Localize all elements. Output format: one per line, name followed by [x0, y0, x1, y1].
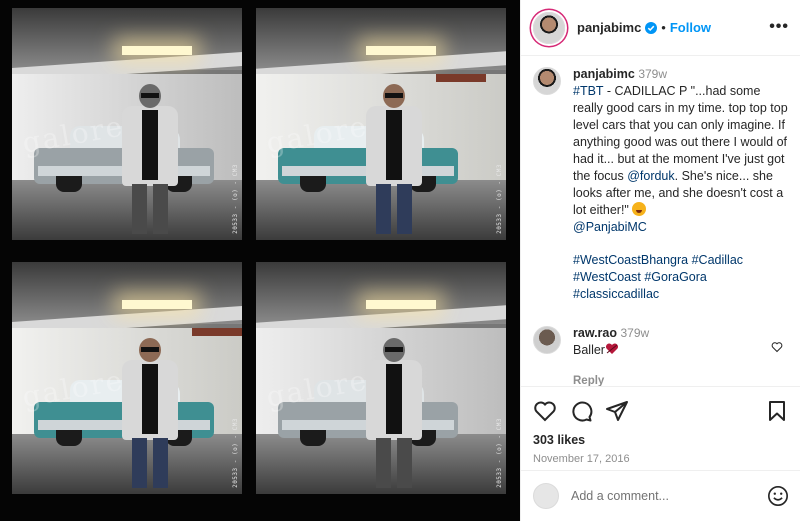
post-header: panjabimc • Follow ••• — [521, 0, 800, 56]
comments-section: panjabimc 379w #TBT - CADILLAC P "...had… — [521, 56, 800, 386]
author-username[interactable]: panjabimc — [577, 20, 641, 35]
caption-age: 379w — [638, 67, 667, 81]
post-image[interactable]: galore 20533 - (o) - CM3 galore 20533 - … — [0, 0, 520, 521]
verified-badge-icon — [645, 21, 658, 34]
share-icon[interactable] — [605, 399, 629, 423]
caption-avatar[interactable] — [533, 67, 561, 95]
film-frame: galore 20533 - (o) - CM3 — [12, 262, 242, 494]
hashtag-link[interactable]: #GoraGora — [644, 270, 707, 284]
film-mark: 20533 - (o) - CM3 — [232, 164, 239, 234]
caption: panjabimc 379w #TBT - CADILLAC P "...had… — [533, 66, 789, 303]
commenter-username[interactable]: raw.rao — [573, 326, 617, 340]
comment-age: 379w — [620, 326, 650, 340]
comment-item: raw.rao 379w Baller Reply — [533, 325, 789, 386]
film-mark: 20533 - (o) - CM3 — [496, 164, 503, 234]
action-icons — [533, 395, 789, 427]
hashtag-link[interactable]: #TBT — [573, 84, 603, 98]
comment-icon[interactable] — [569, 399, 593, 423]
film-frame: galore 20533 - (o) - CM3 — [256, 262, 506, 494]
post-actions: 303 likes November 17, 2016 — [521, 386, 800, 465]
hashtag-link[interactable]: #WestCoast — [573, 270, 641, 284]
film-mark: 20533 - (o) - CM3 — [496, 418, 503, 488]
film-frame: galore 20533 - (o) - CM3 — [256, 8, 506, 240]
separator-dot: • — [661, 20, 666, 35]
contact-sheet: galore 20533 - (o) - CM3 galore 20533 - … — [0, 0, 520, 521]
like-comment-icon[interactable] — [771, 341, 783, 353]
grin-emoji-icon — [632, 202, 647, 216]
post-side-panel: panjabimc • Follow ••• panjabimc 379w #T… — [520, 0, 800, 521]
more-options-icon[interactable]: ••• — [769, 18, 789, 36]
comment-body: Baller — [573, 343, 605, 357]
mention-link[interactable]: @PanjabiMC — [573, 220, 647, 234]
film-frame: galore 20533 - (o) - CM3 — [12, 8, 242, 240]
comment-text: raw.rao 379w Baller Reply — [573, 325, 789, 386]
caption-text: panjabimc 379w #TBT - CADILLAC P "...had… — [573, 66, 789, 303]
hashtag-list: #WestCoastBhangra #Cadillac #WestCoast #… — [573, 252, 789, 303]
current-user-avatar — [533, 483, 559, 509]
add-comment-bar: Add a comment... — [521, 470, 800, 521]
heart-emoji-icon — [605, 343, 618, 354]
hashtag-link[interactable]: #Cadillac — [692, 253, 743, 267]
caption-username[interactable]: panjabimc — [573, 67, 635, 81]
mention-link[interactable]: @forduk — [627, 169, 674, 183]
follow-button[interactable]: Follow — [670, 20, 711, 35]
add-comment-input[interactable]: Add a comment... — [571, 489, 767, 503]
film-mark: 20533 - (o) - CM3 — [232, 418, 239, 488]
save-bookmark-icon[interactable] — [765, 399, 789, 423]
like-icon[interactable] — [533, 399, 557, 423]
hashtag-link[interactable]: #WestCoastBhangra — [573, 253, 688, 267]
hashtag-link[interactable]: #classiccadillac — [573, 287, 659, 301]
emoji-picker-icon[interactable] — [767, 485, 789, 507]
author-avatar[interactable] — [533, 11, 565, 44]
commenter-avatar[interactable] — [533, 326, 561, 354]
likes-count[interactable]: 303 likes — [533, 433, 789, 447]
post-date: November 17, 2016 — [533, 453, 630, 465]
reply-button[interactable]: Reply — [573, 373, 604, 386]
